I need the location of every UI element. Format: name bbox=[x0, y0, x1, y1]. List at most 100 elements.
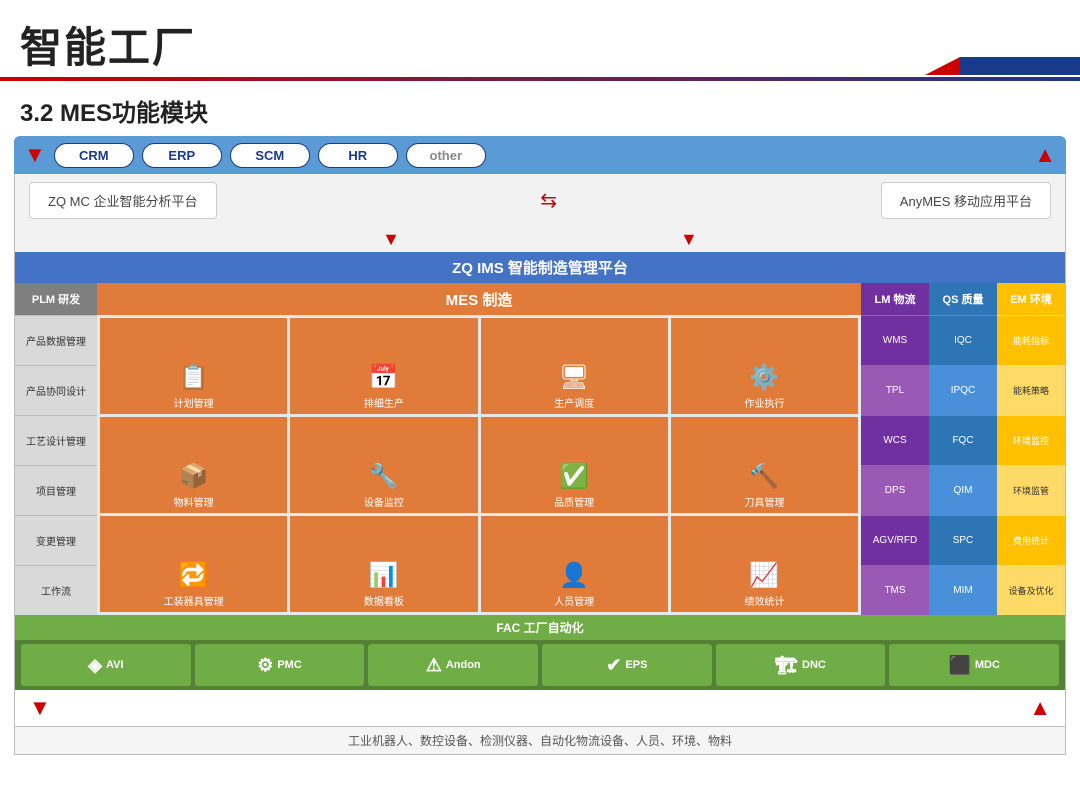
arrow-up-right: ▲ bbox=[1034, 142, 1056, 168]
avi-cell-4[interactable]: 🏗 DNC bbox=[716, 644, 886, 686]
avi-cell-5[interactable]: ⬛ MDC bbox=[889, 644, 1059, 686]
material-icon: 📦 bbox=[179, 465, 209, 489]
mes-cell-0[interactable]: 📋 计划管理 bbox=[100, 318, 287, 414]
mes-cell-9[interactable]: 📊 数据看板 bbox=[290, 516, 477, 612]
sys-other[interactable]: other bbox=[406, 143, 486, 168]
header: 智能工厂 bbox=[0, 0, 1080, 75]
plm-item-4: 变更管理 bbox=[15, 515, 97, 565]
avi-cell-2[interactable]: ⚠ Andon bbox=[368, 644, 538, 686]
platform-row: ZQ MC 企业智能分析平台 ⇆ AnyMES 移动应用平台 bbox=[14, 174, 1066, 227]
qs-item-2: FQC bbox=[929, 415, 997, 465]
dispatch-icon: 🖥 bbox=[559, 366, 589, 390]
mes-label-8: 工装器具管理 bbox=[164, 593, 224, 608]
mes-cell-11[interactable]: 📈 绩效统计 bbox=[671, 516, 858, 612]
tool-icon: 🔨 bbox=[749, 465, 779, 489]
main-grid-area: PLM 研发 产品数据管理 产品协同设计 工艺设计管理 项目管理 变更管理 工作… bbox=[14, 283, 1066, 615]
platform-bidirectional-arrow: ⇆ bbox=[528, 188, 569, 213]
mes-label-5: 设备监控 bbox=[364, 494, 404, 509]
operation-icon: ⚙️ bbox=[749, 366, 779, 390]
em-item-0: 能耗指标 bbox=[997, 315, 1065, 365]
avi-cell-0[interactable]: ◈ AVI bbox=[21, 644, 191, 686]
avi-label-4: DNC bbox=[802, 659, 826, 671]
avi-cell-3[interactable]: ✔ EPS bbox=[542, 644, 712, 686]
avi-label-3: EPS bbox=[625, 659, 647, 671]
sys-crm[interactable]: CRM bbox=[54, 143, 134, 168]
lm-item-4: AGV/RFD bbox=[861, 515, 929, 565]
equipment-icon: 🔧 bbox=[369, 465, 399, 489]
mes-label-3: 作业执行 bbox=[744, 395, 784, 410]
bottom-text: 工业机器人、数控设备、检测仪器、自动化物流设备、人员、环境、物料 bbox=[14, 727, 1066, 755]
em-item-1: 能耗策略 bbox=[997, 365, 1065, 415]
eps-icon: ✔ bbox=[606, 655, 621, 676]
header-decoration-red bbox=[925, 57, 960, 75]
avi-cell-1[interactable]: ⚙ PMC bbox=[195, 644, 365, 686]
em-item-2: 环境监控 bbox=[997, 415, 1065, 465]
avi-row: ◈ AVI ⚙ PMC ⚠ Andon ✔ EPS 🏗 DNC ⬛ MDC bbox=[14, 640, 1066, 690]
mes-label-7: 刀具管理 bbox=[744, 494, 784, 509]
mes-cell-8[interactable]: 🔁 工装器具管理 bbox=[100, 516, 287, 612]
arrow-down-left: ▼ bbox=[24, 142, 46, 168]
ims-title-row: ZQ IMS 智能制造管理平台 bbox=[14, 252, 1066, 283]
qs-item-3: QIM bbox=[929, 465, 997, 515]
bottom-arrow-left: ▼ bbox=[29, 695, 51, 721]
mes-grid: 📋 计划管理 📅 排细生产 🖥 生产调度 ⚙️ 作业执行 📦 物料管 bbox=[97, 315, 861, 615]
plan-icon: 📋 bbox=[179, 366, 209, 390]
platform-zqmc: ZQ MC 企业智能分析平台 bbox=[29, 182, 217, 219]
mes-cell-10[interactable]: 👤 人员管理 bbox=[481, 516, 668, 612]
lm-column: LM 物流 WMS TPL WCS DPS AGV/RFD TMS bbox=[861, 283, 929, 615]
fac-row: FAC 工厂自动化 bbox=[14, 615, 1066, 640]
performance-icon: 📈 bbox=[749, 564, 779, 588]
sys-erp[interactable]: ERP bbox=[142, 143, 222, 168]
qs-item-1: IPQC bbox=[929, 365, 997, 415]
avi-label-1: PMC bbox=[277, 659, 301, 671]
platform-anymes: AnyMES 移动应用平台 bbox=[881, 182, 1051, 219]
mes-cell-7[interactable]: 🔨 刀具管理 bbox=[671, 417, 858, 513]
mes-cell-3[interactable]: ⚙️ 作业执行 bbox=[671, 318, 858, 414]
main-content: ▼ CRM ERP SCM HR other ▲ ZQ MC 企业智能分析平台 … bbox=[0, 136, 1080, 763]
sys-hr[interactable]: HR bbox=[318, 143, 398, 168]
dashboard-icon: 📊 bbox=[369, 564, 399, 588]
avi-label-5: MDC bbox=[975, 659, 1000, 671]
mes-cell-2[interactable]: 🖥 生产调度 bbox=[481, 318, 668, 414]
lm-header: LM 物流 bbox=[861, 283, 929, 315]
mes-center: MES 制造 📋 计划管理 📅 排细生产 🖥 生产调度 ⚙️ 作业执行 bbox=[97, 283, 861, 615]
quality-icon: ✅ bbox=[559, 465, 589, 489]
sys-scm[interactable]: SCM bbox=[230, 143, 310, 168]
em-header: EM 环境 bbox=[997, 283, 1065, 315]
plm-column: PLM 研发 产品数据管理 产品协同设计 工艺设计管理 项目管理 变更管理 工作… bbox=[15, 283, 97, 615]
em-item-5: 设备及优化 bbox=[997, 565, 1065, 615]
plm-item-0: 产品数据管理 bbox=[15, 315, 97, 365]
plm-item-2: 工艺设计管理 bbox=[15, 415, 97, 465]
down-arrow-left: ▼ bbox=[382, 229, 400, 250]
qs-item-5: MIM bbox=[929, 565, 997, 615]
down-arrow-right: ▼ bbox=[680, 229, 698, 250]
mes-cell-6[interactable]: ✅ 品质管理 bbox=[481, 417, 668, 513]
andon-icon: ⚠ bbox=[426, 655, 442, 676]
mes-cell-4[interactable]: 📦 物料管理 bbox=[100, 417, 287, 513]
page-title: 智能工厂 bbox=[20, 14, 196, 75]
bottom-arrow-right: ▲ bbox=[1029, 695, 1051, 721]
mes-label-1: 排细生产 bbox=[364, 395, 404, 410]
dnc-icon: 🏗 bbox=[775, 655, 798, 676]
qs-item-4: SPC bbox=[929, 515, 997, 565]
lm-item-3: DPS bbox=[861, 465, 929, 515]
mes-label-0: 计划管理 bbox=[174, 395, 214, 410]
mes-cell-5[interactable]: 🔧 设备监控 bbox=[290, 417, 477, 513]
plm-item-3: 项目管理 bbox=[15, 465, 97, 515]
platform-down-arrows: ▼ ▼ bbox=[14, 227, 1066, 252]
lm-item-0: WMS bbox=[861, 315, 929, 365]
lm-item-5: TMS bbox=[861, 565, 929, 615]
avi-icon-0: ◈ bbox=[88, 655, 102, 676]
mdc-icon: ⬛ bbox=[948, 655, 970, 676]
mes-label-9: 数据看板 bbox=[364, 593, 404, 608]
mes-label-4: 物料管理 bbox=[174, 494, 214, 509]
avi-label-0: AVI bbox=[106, 659, 124, 671]
fixture-icon: 🔁 bbox=[179, 564, 209, 588]
mes-cell-1[interactable]: 📅 排细生产 bbox=[290, 318, 477, 414]
plm-header: PLM 研发 bbox=[15, 283, 97, 315]
qs-item-0: IQC bbox=[929, 315, 997, 365]
qs-column: QS 质量 IQC IPQC FQC QIM SPC MIM bbox=[929, 283, 997, 615]
top-systems-bar: ▼ CRM ERP SCM HR other ▲ bbox=[14, 136, 1066, 174]
mes-label-2: 生产调度 bbox=[554, 395, 594, 410]
plm-item-5: 工作流 bbox=[15, 565, 97, 615]
